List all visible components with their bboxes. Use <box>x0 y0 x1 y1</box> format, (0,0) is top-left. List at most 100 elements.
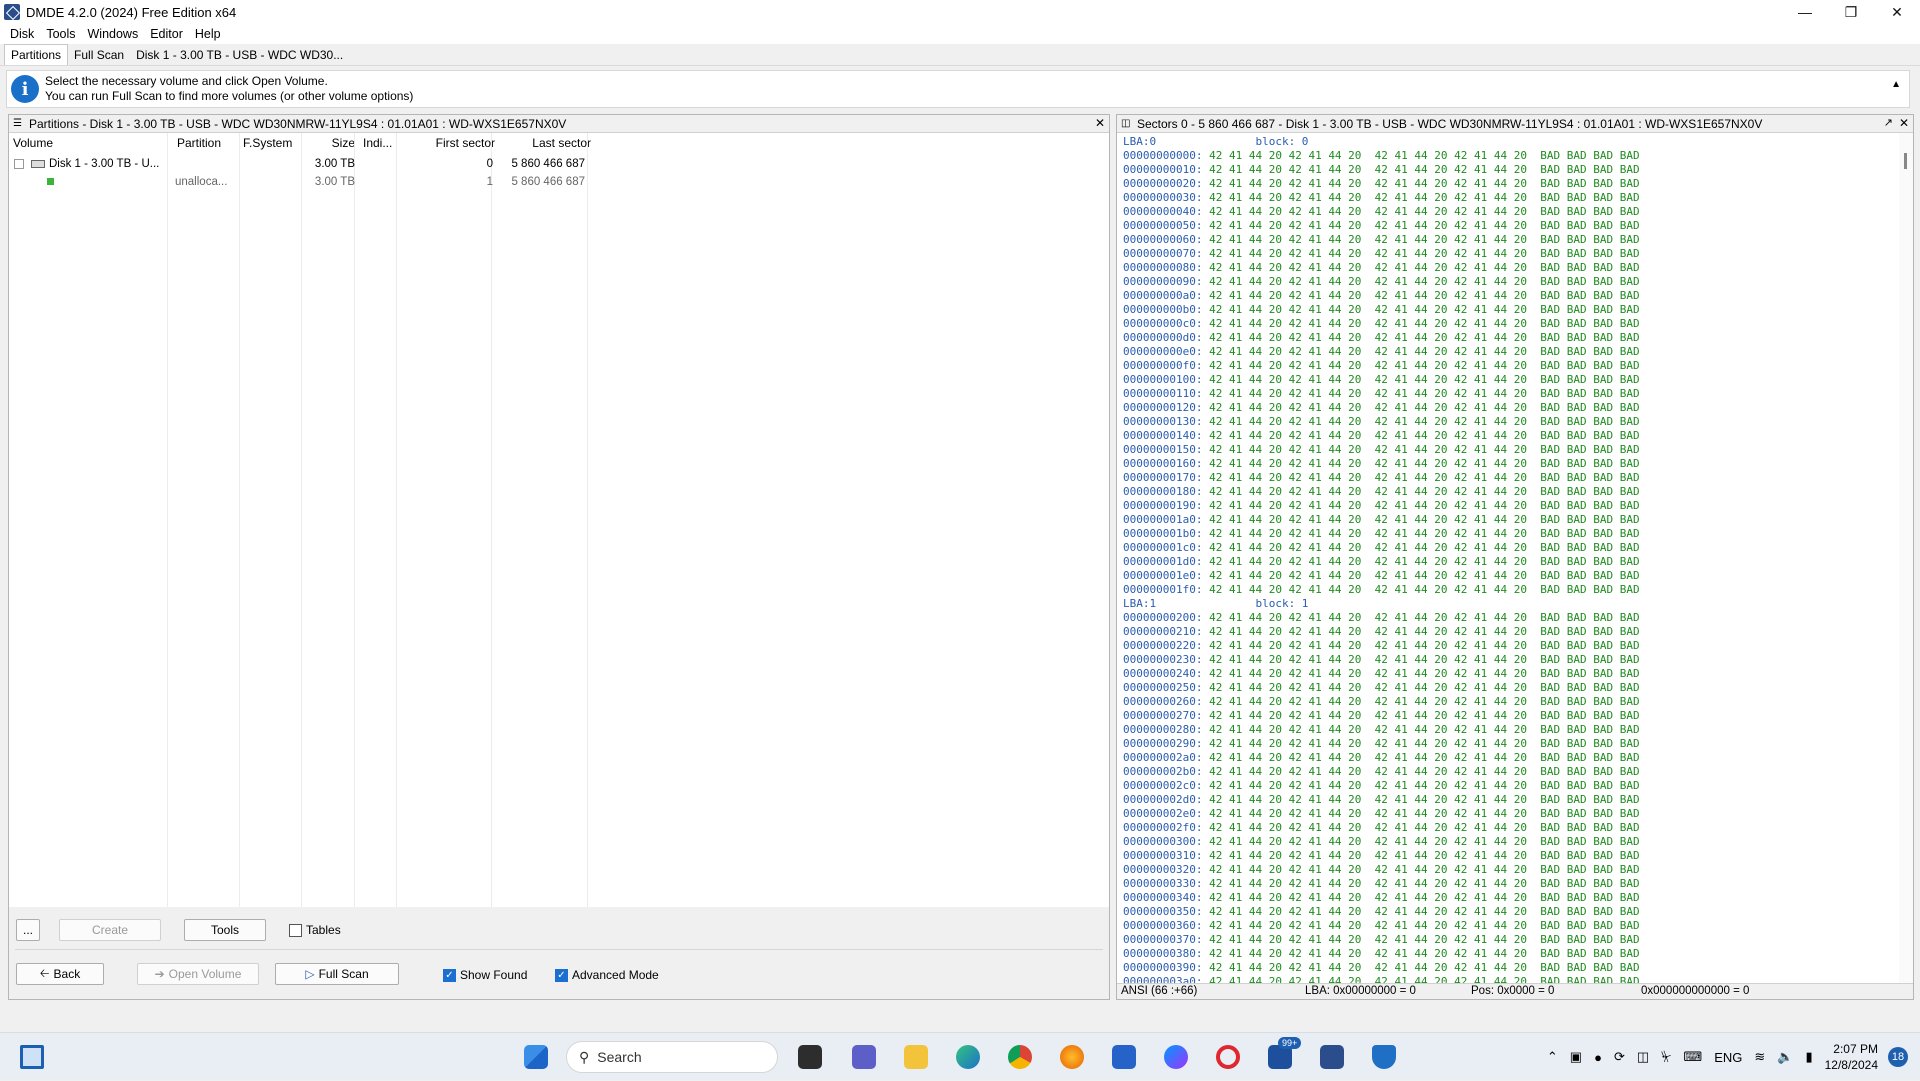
hex-row[interactable]: 000000002e0: 42 41 44 20 42 41 44 20 42 … <box>1123 807 1899 821</box>
hex-row[interactable]: 00000000370: 42 41 44 20 42 41 44 20 42 … <box>1123 933 1899 947</box>
menu-icon[interactable]: ☰ <box>13 118 23 129</box>
firefox-icon[interactable] <box>1060 1045 1084 1069</box>
hex-row[interactable]: 00000000360: 42 41 44 20 42 41 44 20 42 … <box>1123 919 1899 933</box>
search-box[interactable]: ⚲ Search <box>566 1041 778 1073</box>
collapse-icon[interactable]: ▲ <box>1891 79 1901 90</box>
task-view-icon[interactable] <box>798 1045 822 1069</box>
col-partition[interactable]: Partition <box>173 133 239 153</box>
back-button[interactable]: 🡠 Back <box>16 963 104 985</box>
advanced-mode-checkbox[interactable]: ✓ Advanced Mode <box>555 968 659 982</box>
teams-icon[interactable] <box>852 1045 876 1069</box>
hex-row[interactable]: 00000000260: 42 41 44 20 42 41 44 20 42 … <box>1123 695 1899 709</box>
hex-row[interactable]: 00000000290: 42 41 44 20 42 41 44 20 42 … <box>1123 737 1899 751</box>
hex-row[interactable]: 000000000c0: 42 41 44 20 42 41 44 20 42 … <box>1123 317 1899 331</box>
hex-row[interactable]: 000000000f0: 42 41 44 20 42 41 44 20 42 … <box>1123 359 1899 373</box>
device-icon[interactable]: ◫ <box>1637 1049 1649 1065</box>
hex-row[interactable]: 00000000220: 42 41 44 20 42 41 44 20 42 … <box>1123 639 1899 653</box>
hex-row[interactable]: 000000002d0: 42 41 44 20 42 41 44 20 42 … <box>1123 793 1899 807</box>
tools-button[interactable]: Tools <box>184 919 266 941</box>
hex-row[interactable]: 00000000160: 42 41 44 20 42 41 44 20 42 … <box>1123 457 1899 471</box>
row-checkbox[interactable] <box>14 155 26 173</box>
battery-icon[interactable]: ▮ <box>1805 1049 1812 1065</box>
hex-row[interactable]: 00000000390: 42 41 44 20 42 41 44 20 42 … <box>1123 961 1899 975</box>
file-explorer-icon[interactable] <box>904 1045 928 1069</box>
hex-row[interactable]: 00000000140: 42 41 44 20 42 41 44 20 42 … <box>1123 429 1899 443</box>
hex-row[interactable]: 000000002c0: 42 41 44 20 42 41 44 20 42 … <box>1123 779 1899 793</box>
hex-row[interactable]: 00000000320: 42 41 44 20 42 41 44 20 42 … <box>1123 863 1899 877</box>
hex-row[interactable]: 00000000210: 42 41 44 20 42 41 44 20 42 … <box>1123 625 1899 639</box>
hex-row[interactable]: 00000000230: 42 41 44 20 42 41 44 20 42 … <box>1123 653 1899 667</box>
hex-row[interactable]: 00000000070: 42 41 44 20 42 41 44 20 42 … <box>1123 247 1899 261</box>
hex-row[interactable]: 000000002b0: 42 41 44 20 42 41 44 20 42 … <box>1123 765 1899 779</box>
minimize-button[interactable]: — <box>1782 0 1828 24</box>
hex-row[interactable]: 00000000080: 42 41 44 20 42 41 44 20 42 … <box>1123 261 1899 275</box>
keyboard-icon[interactable]: ⌨ <box>1683 1049 1702 1065</box>
menu-tools[interactable]: Tools <box>40 27 81 41</box>
volume-icon[interactable]: 🔈 <box>1777 1049 1793 1065</box>
menu-windows[interactable]: Windows <box>82 27 145 41</box>
hex-row[interactable]: 000000000e0: 42 41 44 20 42 41 44 20 42 … <box>1123 345 1899 359</box>
clock[interactable]: 2:07 PM 12/8/2024 <box>1825 1041 1878 1073</box>
restore-button[interactable]: ❐ <box>1828 0 1874 24</box>
show-found-checkbox[interactable]: ✓ Show Found <box>443 968 527 982</box>
store-icon[interactable] <box>1112 1045 1136 1069</box>
defender-icon[interactable] <box>1372 1045 1396 1069</box>
col-size[interactable]: Size <box>303 133 359 153</box>
edge-icon[interactable] <box>956 1045 980 1069</box>
menu-editor[interactable]: Editor <box>144 27 189 41</box>
chrome-icon[interactable] <box>1008 1045 1032 1069</box>
col-fsystem[interactable]: F.System <box>239 133 303 153</box>
wifi-icon[interactable]: ≋ <box>1754 1049 1765 1065</box>
scrollbar[interactable] <box>1899 133 1913 983</box>
hex-row[interactable]: 00000000300: 42 41 44 20 42 41 44 20 42 … <box>1123 835 1899 849</box>
tables-checkbox[interactable]: Tables <box>289 923 341 937</box>
hex-row[interactable]: 00000000110: 42 41 44 20 42 41 44 20 42 … <box>1123 387 1899 401</box>
hex-row[interactable]: 000000002a0: 42 41 44 20 42 41 44 20 42 … <box>1123 751 1899 765</box>
start-icon[interactable] <box>524 1045 548 1069</box>
close-icon[interactable]: ✕ <box>1095 116 1105 130</box>
col-first-sector[interactable]: First sector <box>403 133 499 153</box>
hex-row[interactable]: 000000003a0: 42 41 44 20 42 41 44 20 42 … <box>1123 975 1899 983</box>
hex-row[interactable]: 00000000050: 42 41 44 20 42 41 44 20 42 … <box>1123 219 1899 233</box>
hex-row[interactable]: 00000000150: 42 41 44 20 42 41 44 20 42 … <box>1123 443 1899 457</box>
hex-row[interactable]: 00000000250: 42 41 44 20 42 41 44 20 42 … <box>1123 681 1899 695</box>
more-button[interactable]: ... <box>16 919 40 941</box>
scroll-thumb[interactable] <box>1904 153 1907 169</box>
full-scan-button[interactable]: ▷ Full Scan <box>275 963 399 985</box>
language-indicator[interactable]: ENG <box>1714 1050 1742 1065</box>
hex-view[interactable]: LBA:0 block: 0 00000000000: 42 41 44 20 4… <box>1117 133 1899 983</box>
hex-row[interactable]: 00000000170: 42 41 44 20 42 41 44 20 42 … <box>1123 471 1899 485</box>
hex-row[interactable]: 00000000180: 42 41 44 20 42 41 44 20 42 … <box>1123 485 1899 499</box>
messenger-icon[interactable] <box>1164 1045 1188 1069</box>
hex-row[interactable]: 00000000280: 42 41 44 20 42 41 44 20 42 … <box>1123 723 1899 737</box>
undock-icon[interactable]: ↗ <box>1884 116 1893 129</box>
sync-icon[interactable]: ⟳ <box>1614 1049 1625 1065</box>
chevron-up-icon[interactable]: ⌃ <box>1547 1049 1558 1065</box>
hex-row[interactable]: 00000000130: 42 41 44 20 42 41 44 20 42 … <box>1123 415 1899 429</box>
widgets-icon[interactable] <box>20 1045 44 1069</box>
hex-row[interactable]: 00000000330: 42 41 44 20 42 41 44 20 42 … <box>1123 877 1899 891</box>
open-volume-button[interactable]: ➔ Open Volume <box>137 963 259 985</box>
create-button[interactable]: Create <box>59 919 161 941</box>
hex-row[interactable]: 00000000060: 42 41 44 20 42 41 44 20 42 … <box>1123 233 1899 247</box>
hex-row[interactable]: 00000000350: 42 41 44 20 42 41 44 20 42 … <box>1123 905 1899 919</box>
hex-row[interactable]: 00000000020: 42 41 44 20 42 41 44 20 42 … <box>1123 177 1899 191</box>
dmde-app-icon[interactable] <box>1320 1045 1344 1069</box>
opera-icon[interactable] <box>1216 1045 1240 1069</box>
hex-row[interactable]: 000000001e0: 42 41 44 20 42 41 44 20 42 … <box>1123 569 1899 583</box>
menu-help[interactable]: Help <box>189 27 227 41</box>
tab-disk[interactable]: Disk 1 - 3.00 TB - USB - WDC WD30... <box>130 45 349 65</box>
hex-row[interactable]: 000000002f0: 42 41 44 20 42 41 44 20 42 … <box>1123 821 1899 835</box>
tab-partitions[interactable]: Partitions <box>4 44 69 65</box>
hex-row[interactable]: 00000000100: 42 41 44 20 42 41 44 20 42 … <box>1123 373 1899 387</box>
hex-row[interactable]: 000000001d0: 42 41 44 20 42 41 44 20 42 … <box>1123 555 1899 569</box>
hex-row[interactable]: 00000000190: 42 41 44 20 42 41 44 20 42 … <box>1123 499 1899 513</box>
hex-row[interactable]: 00000000340: 42 41 44 20 42 41 44 20 42 … <box>1123 891 1899 905</box>
hex-row[interactable]: 000000000d0: 42 41 44 20 42 41 44 20 42 … <box>1123 331 1899 345</box>
hex-row[interactable]: 00000000270: 42 41 44 20 42 41 44 20 42 … <box>1123 709 1899 723</box>
hex-row[interactable]: 00000000310: 42 41 44 20 42 41 44 20 42 … <box>1123 849 1899 863</box>
tab-full-scan[interactable]: Full Scan <box>68 45 130 65</box>
hex-row[interactable]: 000000000a0: 42 41 44 20 42 41 44 20 42 … <box>1123 289 1899 303</box>
mail-icon[interactable]: 99+ <box>1268 1037 1302 1069</box>
hex-row[interactable]: 00000000040: 42 41 44 20 42 41 44 20 42 … <box>1123 205 1899 219</box>
